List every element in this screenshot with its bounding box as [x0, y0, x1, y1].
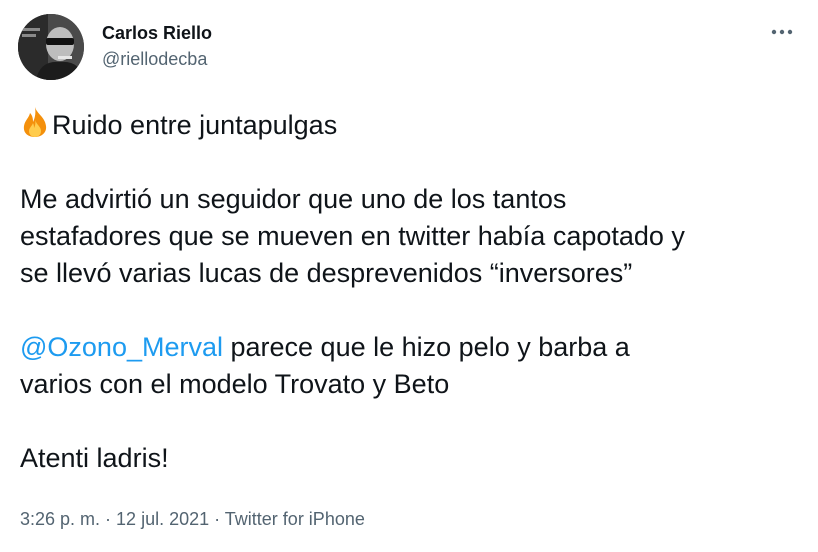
- tweet-metadata: 3:26 p. m. · 12 jul. 2021 · Twitter for …: [20, 508, 365, 530]
- tweet-author: Carlos Riello @riellodecba: [102, 22, 212, 70]
- tweet-line: varios con el modelo Trovato y Beto: [20, 369, 450, 399]
- tweet-timestamp[interactable]: 3:26 p. m.: [20, 509, 100, 529]
- tweet-title: Ruido entre juntapulgas: [52, 110, 338, 140]
- meta-separator: ·: [100, 509, 117, 529]
- tweet-paragraph-2: @Ozono_Merval parece que le hizo pelo y …: [20, 329, 810, 403]
- avatar[interactable]: [18, 14, 84, 80]
- more-options-button[interactable]: [768, 18, 796, 46]
- author-handle[interactable]: @riellodecba: [102, 48, 212, 70]
- tweet-text: Ruido entre juntapulgas Me advirtió un s…: [20, 106, 810, 477]
- tweet-card: Carlos Riello @riellodecba Ruido entre j…: [0, 0, 818, 552]
- meta-separator: ·: [209, 509, 225, 529]
- tweet-line: Atenti ladris!: [20, 443, 169, 473]
- more-horizontal-icon: [771, 29, 793, 35]
- author-display-name[interactable]: Carlos Riello: [102, 22, 212, 44]
- avatar-image: [18, 14, 84, 80]
- tweet-line-text: parece que le hizo pelo y barba a: [223, 332, 630, 362]
- mention-link[interactable]: @Ozono_Merval: [20, 332, 223, 362]
- tweet-line: Me advirtió un seguidor que uno de los t…: [20, 184, 567, 214]
- tweet-date[interactable]: 12 jul. 2021: [116, 509, 209, 529]
- fire-emoji-icon: [23, 107, 47, 137]
- tweet-line: estafadores que se mueven en twitter hab…: [20, 221, 685, 251]
- tweet-line: se llevó varias lucas de desprevenidos “…: [20, 258, 633, 288]
- tweet-paragraph-1: Me advirtió un seguidor que uno de los t…: [20, 181, 810, 292]
- tweet-source[interactable]: Twitter for iPhone: [225, 509, 365, 529]
- tweet-paragraph-title: Ruido entre juntapulgas: [20, 106, 810, 144]
- tweet-paragraph-3: Atenti ladris!: [20, 440, 810, 477]
